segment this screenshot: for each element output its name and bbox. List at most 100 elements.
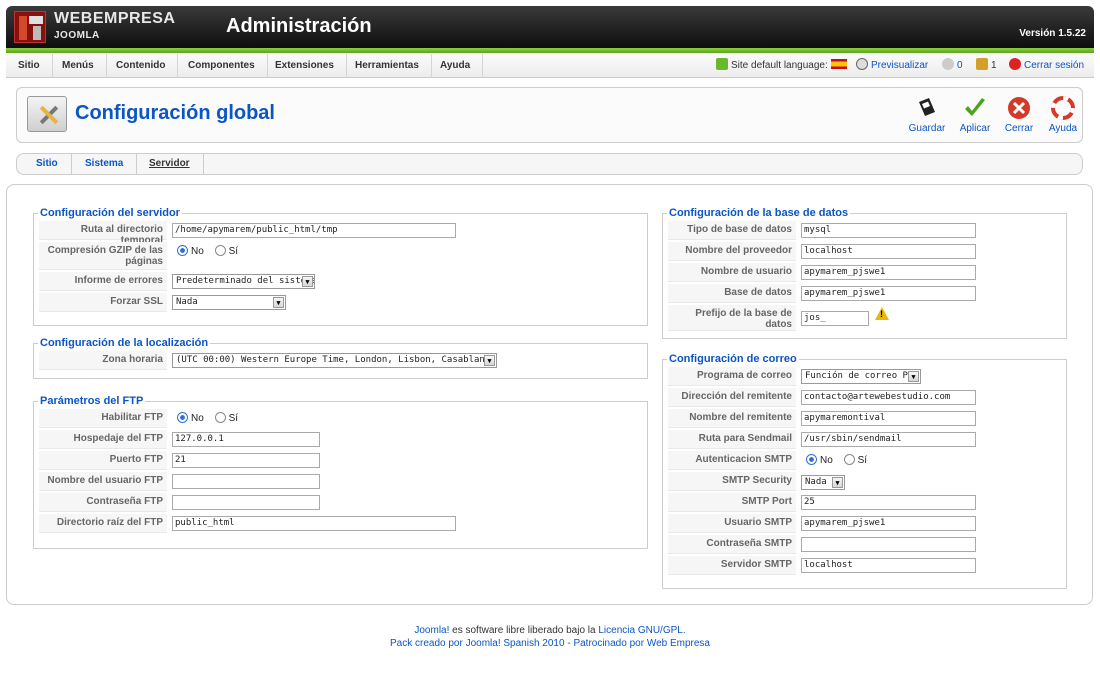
mail-legend: Configuración de correo — [669, 353, 797, 365]
menu-herramientas[interactable]: Herramientas — [343, 54, 432, 78]
smtp-pass-label: Contraseña SMTP — [668, 535, 796, 554]
db-host-label: Nombre del proveedor — [668, 242, 796, 261]
gzip-yes-radio[interactable] — [214, 245, 226, 256]
app-title: Administración — [226, 15, 372, 37]
chevron-down-icon: ▼ — [908, 371, 919, 382]
db-user-label: Nombre de usuario — [668, 263, 796, 282]
from-name-label: Nombre del remitente — [668, 409, 796, 428]
lifebuoy-icon — [1051, 96, 1075, 120]
header-divider — [6, 48, 1094, 53]
smtp-host-input[interactable]: localhost — [801, 558, 976, 573]
menu-componentes[interactable]: Componentes — [176, 54, 268, 78]
gzip-no-radio[interactable] — [177, 245, 188, 256]
db-name-label: Base de datos — [668, 284, 796, 303]
smtp-port-input[interactable]: 25 — [801, 495, 976, 510]
chevron-down-icon: ▼ — [832, 477, 843, 488]
language-icon — [716, 58, 728, 70]
ftp-enable-yes-radio[interactable] — [214, 412, 226, 423]
db-type-input[interactable]: mysql — [801, 223, 976, 238]
ftp-enable-label: Habilitar FTP — [39, 409, 167, 428]
smtp-security-select[interactable]: Nada ▼ — [801, 475, 845, 490]
help-button[interactable]: Ayuda — [1041, 96, 1085, 134]
messages-icon — [942, 58, 954, 70]
error-report-label: Informe de errores — [39, 272, 167, 291]
menu-sitio[interactable]: Sitio — [6, 54, 53, 78]
license-link[interactable]: Licencia GNU/GPL. — [598, 625, 685, 636]
db-prefix-input[interactable]: jos_ — [801, 311, 869, 326]
db-type-label: Tipo de base de datos — [668, 221, 796, 240]
users-icon — [976, 58, 988, 70]
ftp-enable-no-radio[interactable] — [177, 412, 188, 423]
config-tabs: Sitio Sistema Servidor — [16, 153, 1083, 175]
error-report-select[interactable]: Predeterminado del sistema ▼ — [172, 274, 315, 289]
menu-ayuda[interactable]: Ayuda — [428, 54, 484, 78]
header-bar: WEBEMPRESA JOOMLA Administración Versión… — [6, 6, 1094, 53]
close-icon — [1008, 97, 1030, 119]
mail-from-input[interactable]: contacto@artewebestudio.com — [801, 390, 976, 405]
timezone-select[interactable]: (UTC 00:00) Western Europe Time, London,… — [172, 353, 497, 368]
force-ssl-select[interactable]: Nada ▼ — [172, 295, 286, 310]
tab-servidor[interactable]: Servidor — [136, 154, 204, 174]
ftp-user-label: Nombre del usuario FTP — [39, 472, 167, 491]
ftp-host-input[interactable]: 127.0.0.1 — [172, 432, 320, 447]
mailer-select[interactable]: Función de correo PHP ▼ — [801, 369, 921, 384]
temp-path-input[interactable]: /home/apymarem/public_html/tmp — [172, 223, 456, 238]
preview-link[interactable]: Previsualizar — [856, 54, 928, 78]
gzip-radio-group: No Sí — [177, 245, 246, 257]
menu-contenido[interactable]: Contenido — [104, 54, 179, 78]
page-title: Configuración global — [75, 102, 275, 124]
close-button[interactable]: Cerrar — [997, 96, 1041, 134]
ftp-root-input[interactable]: public_html — [172, 516, 456, 531]
logo-sub: JOOMLA — [54, 30, 100, 41]
smtp-auth-label: Autenticacion SMTP — [668, 451, 796, 470]
credits-link[interactable]: Pack creado por Joomla! Spanish 2010 - P… — [390, 638, 710, 649]
server-config-group: Configuración del servidor Ruta al direc… — [33, 207, 648, 326]
temp-path-label: Ruta al directorio temporal — [39, 221, 167, 246]
save-button[interactable]: Guardar — [905, 96, 949, 134]
magnifier-icon — [856, 58, 868, 70]
db-user-input[interactable]: apymarem_pjswe1 — [801, 265, 976, 280]
ftp-user-input[interactable] — [172, 474, 320, 489]
smtp-auth-yes-radio[interactable] — [843, 454, 855, 465]
smtp-user-input[interactable]: apymarem_pjswe1 — [801, 516, 976, 531]
menu-extensiones[interactable]: Extensiones — [263, 54, 347, 78]
from-name-input[interactable]: apymaremontival — [801, 411, 976, 426]
db-name-input[interactable]: apymarem_pjswe1 — [801, 286, 976, 301]
logo-brand: WEBEMPRESA — [54, 10, 176, 27]
users-status[interactable]: 1 — [976, 54, 997, 78]
smtp-port-label: SMTP Port — [668, 493, 796, 512]
tab-sistema[interactable]: Sistema — [72, 154, 138, 174]
mail-from-label: Dirección del remitente — [668, 388, 796, 407]
joomla-link[interactable]: Joomla! — [414, 625, 449, 636]
main-menu-bar: Sitio Menús Contenido Componentes Extens… — [6, 54, 1094, 78]
chevron-down-icon: ▼ — [484, 355, 495, 366]
db-host-input[interactable]: localhost — [801, 244, 976, 259]
version-label: Versión 1.5.22 — [1019, 28, 1086, 39]
messages-status[interactable]: 0 — [942, 54, 963, 78]
smtp-auth-radio-group: No Sí — [806, 454, 875, 466]
checkmark-icon — [965, 98, 985, 116]
locale-legend: Configuración de la localización — [40, 337, 209, 349]
locale-group: Configuración de la localización Zona ho… — [33, 337, 648, 379]
sendmail-input[interactable]: /usr/sbin/sendmail — [801, 432, 976, 447]
ftp-pass-label: Contraseña FTP — [39, 493, 167, 512]
menu-menus[interactable]: Menús — [50, 54, 107, 78]
smtp-pass-input[interactable] — [801, 537, 976, 552]
spain-flag-icon — [830, 59, 847, 69]
tab-sitio[interactable]: Sitio — [23, 154, 72, 174]
ftp-root-label: Directorio raíz del FTP — [39, 514, 167, 533]
timezone-label: Zona horaria — [39, 351, 167, 370]
footer-credits: Pack creado por Joomla! Spanish 2010 - P… — [0, 638, 1100, 649]
ftp-port-input[interactable]: 21 — [172, 453, 320, 468]
smtp-host-label: Servidor SMTP — [668, 556, 796, 575]
chevron-down-icon: ▼ — [302, 276, 313, 287]
database-legend: Configuración de la base de datos — [669, 207, 849, 219]
ftp-enable-radio-group: No Sí — [177, 412, 246, 424]
ftp-group: Parámetros del FTP Habilitar FTP No Sí H… — [33, 395, 648, 549]
gzip-label: Compresión GZIP de las páginas — [39, 242, 167, 270]
mailer-label: Programa de correo — [668, 367, 796, 386]
logout-link[interactable]: Cerrar sesión — [1009, 54, 1084, 78]
smtp-auth-no-radio[interactable] — [806, 454, 817, 465]
ftp-pass-input[interactable] — [172, 495, 320, 510]
apply-button[interactable]: Aplicar — [953, 96, 997, 134]
